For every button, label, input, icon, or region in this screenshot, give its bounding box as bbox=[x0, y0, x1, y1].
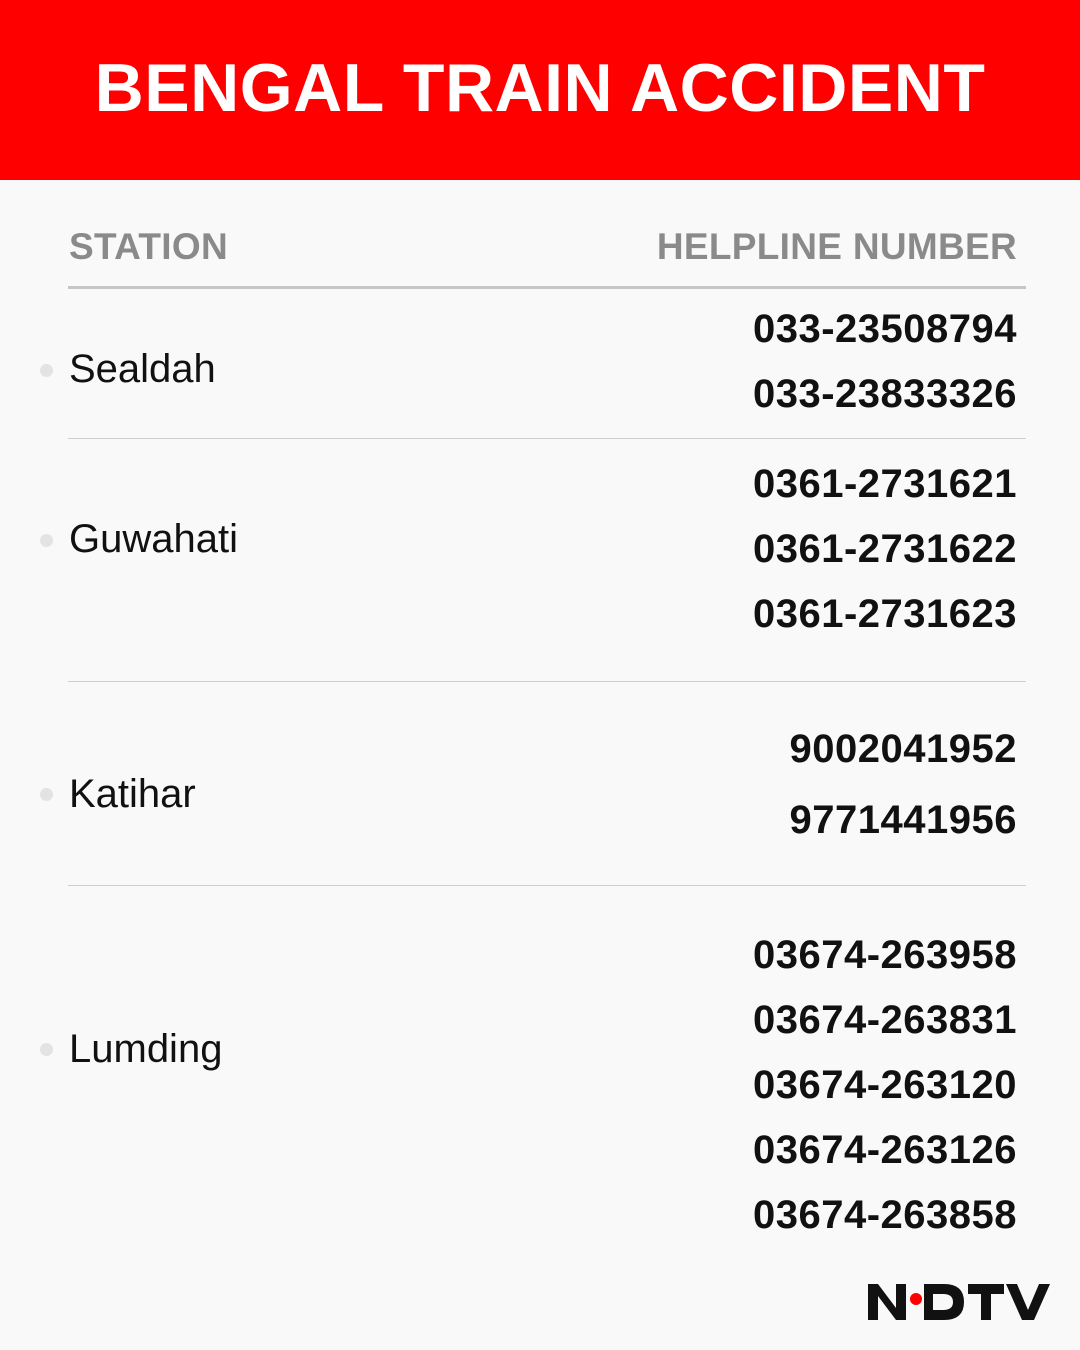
header-divider bbox=[68, 286, 1026, 289]
row-bullet bbox=[40, 1043, 53, 1056]
helpline-number: 0361-2731622 bbox=[752, 527, 1017, 571]
helpline-number: 033-23508794 bbox=[752, 307, 1017, 351]
helpline-number: 9771441956 bbox=[789, 798, 1017, 842]
ndtv-logo bbox=[868, 1284, 1050, 1320]
row-divider bbox=[68, 681, 1026, 682]
station-name-katihar: Katihar bbox=[69, 772, 196, 816]
helpline-number: 03674-263858 bbox=[752, 1193, 1017, 1237]
page: BENGAL TRAIN ACCIDENT STATION HELPLINE N… bbox=[0, 0, 1080, 1350]
station-column-header: STATION bbox=[69, 226, 228, 267]
helpline-number: 03674-263958 bbox=[752, 933, 1017, 977]
helpline-number: 033-23833326 bbox=[752, 372, 1017, 416]
helpline-number: 03674-263120 bbox=[752, 1063, 1017, 1107]
station-name-sealdah: Sealdah bbox=[69, 347, 216, 391]
row-divider bbox=[68, 885, 1026, 886]
helpline-number: 03674-263126 bbox=[752, 1128, 1017, 1172]
row-divider bbox=[68, 438, 1026, 439]
helpline-number: 0361-2731623 bbox=[752, 592, 1017, 636]
helpline-number: 03674-263831 bbox=[752, 998, 1017, 1042]
station-name-guwahati: Guwahati bbox=[69, 517, 238, 561]
row-bullet bbox=[40, 788, 53, 801]
logo-red-dot bbox=[910, 1293, 922, 1305]
page-title: BENGAL TRAIN ACCIDENT bbox=[94, 50, 986, 126]
helpline-column-header: HELPLINE NUMBER bbox=[656, 226, 1017, 267]
row-bullet bbox=[40, 364, 53, 377]
title-banner: BENGAL TRAIN ACCIDENT bbox=[0, 0, 1080, 180]
row-bullet bbox=[40, 534, 53, 547]
helpline-number: 9002041952 bbox=[789, 727, 1017, 771]
station-name-lumding: Lumding bbox=[69, 1027, 223, 1071]
helpline-number: 0361-2731621 bbox=[752, 462, 1017, 506]
